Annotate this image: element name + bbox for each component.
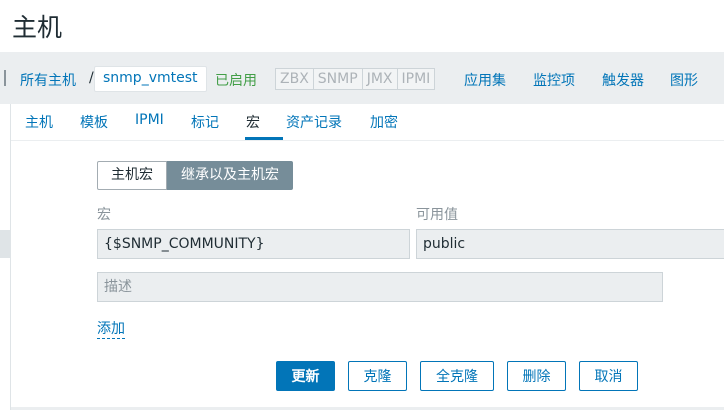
host-macros-toggle[interactable]: 主机宏 (97, 161, 167, 190)
add-macro-link[interactable]: 添加 (97, 320, 125, 339)
tab-macros[interactable]: 宏 (246, 112, 260, 132)
availability-badge-ipmi: IPMI (396, 68, 436, 90)
effective-value-column-header: 可用值 (416, 207, 458, 223)
nav-graphs-link[interactable]: 图形 (670, 70, 698, 90)
macro-description-field: 描述 (97, 272, 663, 302)
availability-badges: ZBX SNMP JMX IPMI (275, 68, 436, 90)
clone-button[interactable]: 克隆 (348, 361, 407, 391)
tab-templates[interactable]: 模板 (80, 112, 108, 132)
macro-column-header: 宏 (97, 207, 111, 223)
tab-inventory[interactable]: 资产记录 (286, 112, 342, 132)
tab-ipmi[interactable]: IPMI (135, 112, 164, 128)
availability-badge-zbx: ZBX (275, 68, 314, 90)
breadcrumb-all-hosts-link[interactable]: 所有主机 (20, 70, 76, 90)
page-title: 主机 (12, 13, 63, 42)
nav-separator (4, 70, 6, 86)
update-button[interactable]: 更新 (276, 361, 335, 391)
macro-value-field: public (416, 229, 724, 259)
left-panel-highlight (0, 230, 10, 258)
tab-host[interactable]: 主机 (25, 112, 53, 132)
host-edit-form: 主机 模板 IPMI 标记 宏 资产记录 加密 主机宏 继承以及主机宏 宏 可用… (10, 104, 724, 410)
delete-button[interactable]: 删除 (507, 361, 566, 391)
macro-name-field: {$SNMP_COMMUNITY} (97, 229, 410, 259)
breadcrumb-separator: / (89, 70, 94, 86)
host-status-enabled[interactable]: 已启用 (215, 70, 257, 90)
availability-badge-snmp: SNMP (312, 68, 363, 90)
availability-badge-jmx: JMX (361, 68, 398, 90)
form-tabs: 主机 模板 IPMI 标记 宏 资产记录 加密 (11, 104, 724, 141)
breadcrumb-current-host[interactable]: snmp_vmtest (94, 66, 207, 92)
inherited-and-host-macros-toggle[interactable]: 继承以及主机宏 (167, 161, 293, 190)
macro-mode-switch: 主机宏 继承以及主机宏 (97, 161, 293, 190)
page-header: 主机 (0, 0, 724, 52)
active-tab-indicator (245, 137, 283, 140)
tab-encryption[interactable]: 加密 (370, 112, 398, 132)
nav-triggers-link[interactable]: 触发器 (602, 70, 644, 90)
nav-applications-link[interactable]: 应用集 (464, 70, 506, 90)
cancel-button[interactable]: 取消 (579, 361, 638, 391)
tab-tags[interactable]: 标记 (191, 112, 219, 132)
nav-items-link[interactable]: 监控项 (533, 70, 575, 90)
full-clone-button[interactable]: 全克隆 (420, 361, 494, 391)
